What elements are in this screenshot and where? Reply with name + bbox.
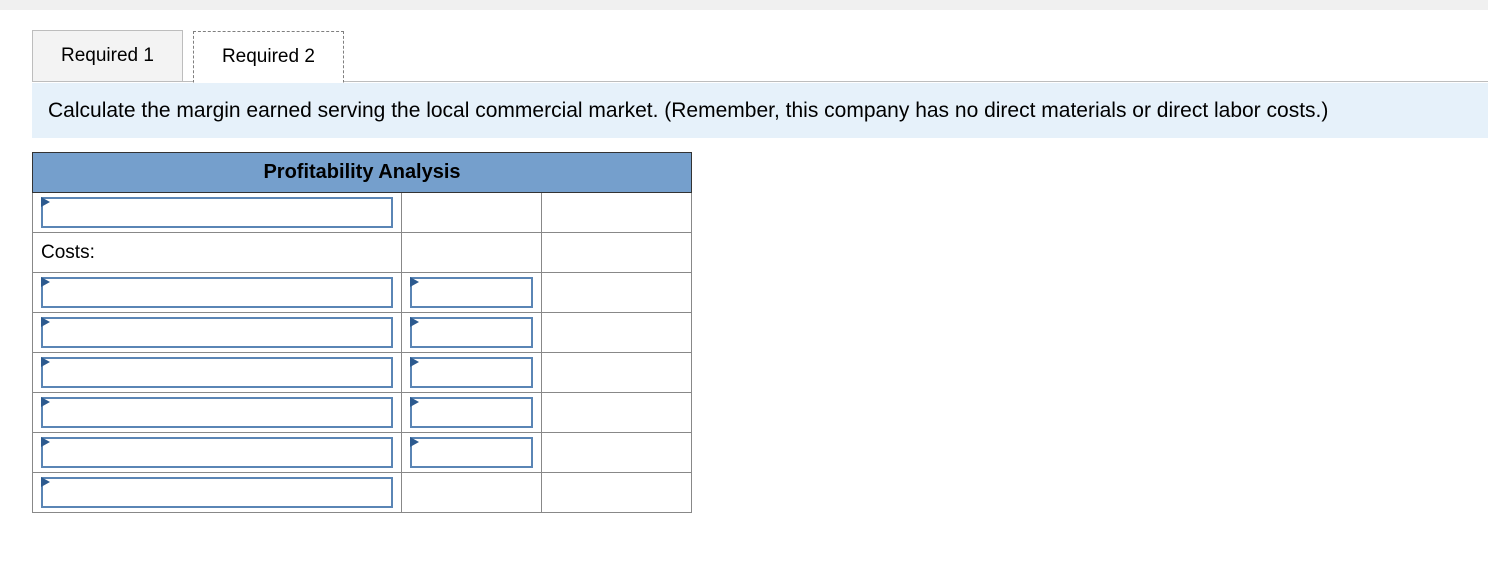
row5-col-c[interactable] [542,353,692,393]
row3-desc-dropdown[interactable] [41,277,393,308]
costs-label: Costs: [41,242,95,263]
row6-col-c[interactable] [542,393,692,433]
tab-label: Required 2 [222,46,315,67]
row8-desc-dropdown[interactable] [41,477,393,508]
row5-desc-dropdown[interactable] [41,357,393,388]
table-row [33,433,692,473]
row1-desc-dropdown[interactable] [41,197,393,228]
row7-amt-dropdown[interactable] [410,437,533,468]
row6-amt-dropdown[interactable] [410,397,533,428]
table-row [33,353,692,393]
table-row [33,193,692,233]
table-row [33,313,692,353]
row3-amt-dropdown[interactable] [410,277,533,308]
row7-desc-dropdown[interactable] [41,437,393,468]
tab-required-1[interactable]: Required 1 [32,30,183,82]
row1-col-c[interactable] [542,193,692,233]
table-row: Costs: [33,233,692,273]
row4-amt-dropdown[interactable] [410,317,533,348]
top-strip [0,0,1488,10]
row2-col-c[interactable] [542,233,692,273]
table-row [33,473,692,513]
row4-col-c[interactable] [542,313,692,353]
row4-desc-dropdown[interactable] [41,317,393,348]
table-row [33,393,692,433]
tabs-row: Required 1 Required 2 [32,30,1488,82]
row5-amt-dropdown[interactable] [410,357,533,388]
table-title: Profitability Analysis [263,161,460,183]
row8-col-b[interactable] [402,473,542,513]
row1-col-b[interactable] [402,193,542,233]
instructions-banner: Calculate the margin earned serving the … [32,83,1488,138]
row2-col-b[interactable] [402,233,542,273]
tab-label: Required 1 [61,45,154,66]
row7-col-c[interactable] [542,433,692,473]
instructions-text: Calculate the margin earned serving the … [48,99,1328,122]
row3-col-c[interactable] [542,273,692,313]
table-title-cell: Profitability Analysis [33,153,692,193]
tab-required-2[interactable]: Required 2 [193,31,344,83]
costs-label-cell: Costs: [33,233,402,273]
table-row [33,273,692,313]
row6-desc-dropdown[interactable] [41,397,393,428]
row8-col-c[interactable] [542,473,692,513]
profitability-table: Profitability Analysis Costs: [32,152,692,513]
